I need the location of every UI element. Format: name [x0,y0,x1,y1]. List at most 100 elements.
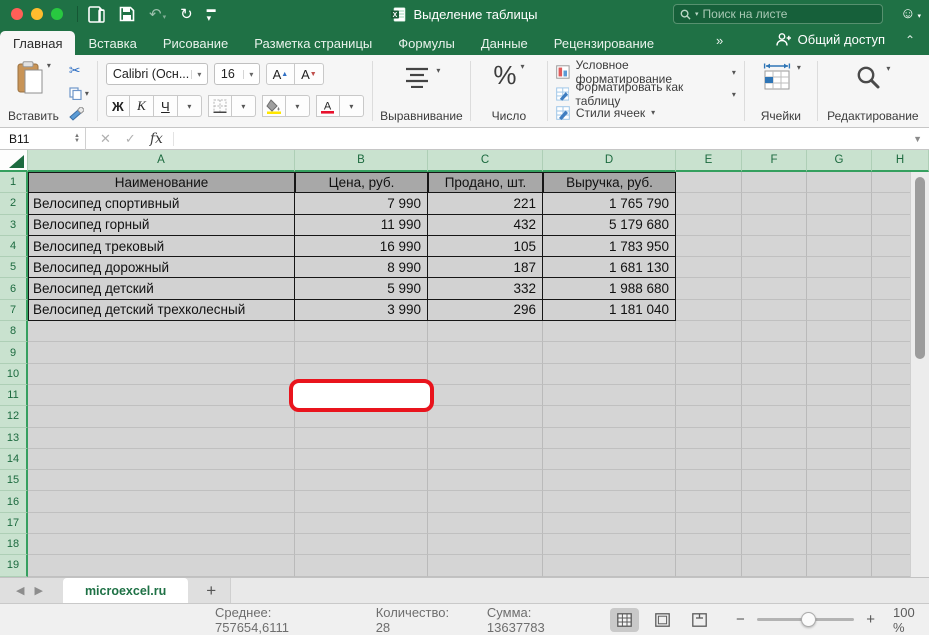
cell-C9[interactable] [428,342,543,363]
cells-dropdown-icon[interactable]: ▾ [797,63,801,72]
cell-F18[interactable] [742,534,807,555]
cell-A12[interactable] [28,406,295,427]
cell-F15[interactable] [742,470,807,491]
font-size-combo[interactable]: 16 ▾ [214,63,260,85]
cell-F11[interactable] [742,385,807,406]
cell-B6[interactable]: 5 990 [295,278,428,299]
column-header-F[interactable]: F [742,150,807,172]
ribbon-tab-данные[interactable]: Данные [468,31,541,55]
cell-A11[interactable] [28,385,295,406]
prev-sheet-icon[interactable]: ◀ [16,584,24,597]
cell-D12[interactable] [543,406,676,427]
editing-group[interactable]: ▾ Редактирование [818,55,928,127]
cell-F7[interactable] [742,300,807,321]
cell-A17[interactable] [28,513,295,534]
bold-button[interactable]: Ж [106,95,130,117]
cell-A14[interactable] [28,449,295,470]
ribbon-tab-разметка-страницы[interactable]: Разметка страницы [241,31,385,55]
name-box-stepper[interactable]: ▲▼ [74,134,80,144]
cell-G7[interactable] [807,300,872,321]
row-header-9[interactable]: 9 [0,342,28,363]
cell-A16[interactable] [28,491,295,512]
column-header-B[interactable]: B [295,150,428,172]
format-as-table-button[interactable]: Форматировать как таблицу ▾ [556,83,736,105]
editing-dropdown-icon[interactable]: ▾ [886,64,890,73]
italic-button[interactable]: К [130,95,154,117]
cell-D9[interactable] [543,342,676,363]
cell-F8[interactable] [742,321,807,342]
tab-overflow-chevron[interactable]: » [712,33,730,53]
fill-color-button[interactable] [262,95,286,117]
row-header-1[interactable]: 1 [0,172,28,193]
cell-A7[interactable]: Велосипед детский трехколесный [28,300,295,321]
cell-B9[interactable] [295,342,428,363]
cell-C15[interactable] [428,470,543,491]
cell-A2[interactable]: Велосипед спортивный [28,193,295,214]
cell-G4[interactable] [807,236,872,257]
cell-B8[interactable] [295,321,428,342]
row-header-15[interactable]: 15 [0,470,28,491]
cell-G6[interactable] [807,278,872,299]
vertical-scrollbar[interactable] [910,172,929,577]
cell-A9[interactable] [28,342,295,363]
cell-C7[interactable]: 296 [428,300,543,321]
cell-C10[interactable] [428,364,543,385]
cell-E15[interactable] [676,470,742,491]
cell-B15[interactable] [295,470,428,491]
cell-C13[interactable] [428,428,543,449]
select-all-corner[interactable] [0,150,28,172]
row-header-10[interactable]: 10 [0,364,28,385]
column-header-D[interactable]: D [543,150,676,172]
cell-B5[interactable]: 8 990 [295,257,428,278]
column-header-H[interactable]: H [872,150,929,172]
row-header-12[interactable]: 12 [0,406,28,427]
underline-button[interactable]: Ч [154,95,178,117]
cell-E14[interactable] [676,449,742,470]
cell-G1[interactable] [807,172,872,193]
search-input[interactable] [703,7,853,21]
cell-A18[interactable] [28,534,295,555]
number-group[interactable]: % ▾ Число [471,55,547,127]
cell-C14[interactable] [428,449,543,470]
font-size-dropdown-icon[interactable]: ▾ [243,70,259,79]
cell-D8[interactable] [543,321,676,342]
cell-G16[interactable] [807,491,872,512]
cell-A19[interactable] [28,555,295,576]
copy-button[interactable]: ▾ [69,87,89,100]
format-painter-icon[interactable] [69,107,84,121]
cell-E12[interactable] [676,406,742,427]
row-header-4[interactable]: 4 [0,236,28,257]
underline-dropdown-icon[interactable]: ▾ [178,95,202,117]
ribbon-tab-формулы[interactable]: Формулы [385,31,468,55]
cell-D15[interactable] [543,470,676,491]
cell-F19[interactable] [742,555,807,576]
cell-A1[interactable]: Наименование [28,172,295,193]
cell-G8[interactable] [807,321,872,342]
cell-E7[interactable] [676,300,742,321]
cell-A10[interactable] [28,364,295,385]
cell-C17[interactable] [428,513,543,534]
row-header-17[interactable]: 17 [0,513,28,534]
cell-C2[interactable]: 221 [428,193,543,214]
minimize-window-button[interactable] [31,8,43,20]
cell-C8[interactable] [428,321,543,342]
cell-B16[interactable] [295,491,428,512]
cell-B14[interactable] [295,449,428,470]
font-name-combo[interactable]: Calibri (Осн... ▾ [106,63,208,85]
cell-G9[interactable] [807,342,872,363]
cell-E5[interactable] [676,257,742,278]
row-header-14[interactable]: 14 [0,449,28,470]
cell-B18[interactable] [295,534,428,555]
feedback-smiley-icon[interactable]: ☺ ▾ [900,5,921,22]
cell-F3[interactable] [742,215,807,236]
cell-D19[interactable] [543,555,676,576]
cell-C1[interactable]: Продано, шт. [428,172,543,193]
cell-C12[interactable] [428,406,543,427]
cell-E18[interactable] [676,534,742,555]
cell-E1[interactable] [676,172,742,193]
cell-E2[interactable] [676,193,742,214]
cell-C16[interactable] [428,491,543,512]
redo-icon[interactable]: ↻ [180,7,193,22]
row-header-16[interactable]: 16 [0,491,28,512]
column-header-G[interactable]: G [807,150,872,172]
